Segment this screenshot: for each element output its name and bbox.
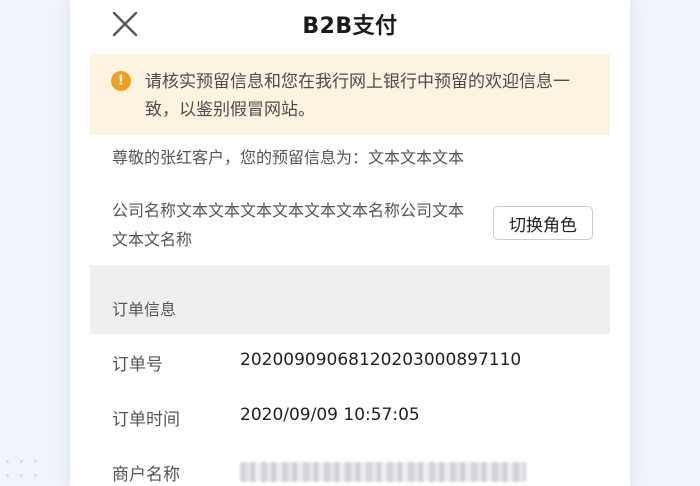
reserved-info-line: 尊敬的张红客户，您的预留信息为：文本文本文本 bbox=[112, 144, 464, 168]
greeting-text: 尊敬的张红客户，您的预留信息为： bbox=[112, 148, 369, 167]
field-label: 订单时间 bbox=[112, 410, 180, 430]
field-label: 订单号 bbox=[112, 355, 163, 375]
company-name: 公司名称文本文本文本文本文本文本名称公司文本文本文名称 bbox=[112, 201, 465, 249]
field-label: 商户名称 bbox=[112, 465, 180, 485]
payment-panel: B2B支付 ! 请核实预留信息和您在我行网上银行中预留的欢迎信息一致，以鉴别假冒… bbox=[70, 0, 630, 486]
order-number-value: 20200909068120203000897110 bbox=[240, 350, 522, 370]
exclamation-icon: ! bbox=[111, 71, 131, 91]
order-time-value: 2020/09/09 10:57:05 bbox=[240, 405, 420, 425]
reserved-info-value: 文本文本文本 bbox=[368, 148, 465, 167]
section-title: 订单信息 bbox=[112, 300, 177, 319]
security-notice: ! 请核实预留信息和您在我行网上银行中预留的欢迎信息一致，以鉴别假冒网站。 bbox=[90, 54, 610, 135]
switch-role-button[interactable]: 切换角色 bbox=[493, 206, 593, 240]
panel-header: B2B支付 bbox=[70, 0, 630, 52]
notice-text: 请核实预留信息和您在我行网上银行中预留的欢迎信息一致，以鉴别假冒网站。 bbox=[145, 72, 570, 120]
background-dots bbox=[0, 446, 70, 486]
merchant-name-redacted bbox=[240, 462, 526, 482]
order-section-header: 订单信息 bbox=[90, 265, 610, 334]
page-title: B2B支付 bbox=[302, 14, 398, 39]
